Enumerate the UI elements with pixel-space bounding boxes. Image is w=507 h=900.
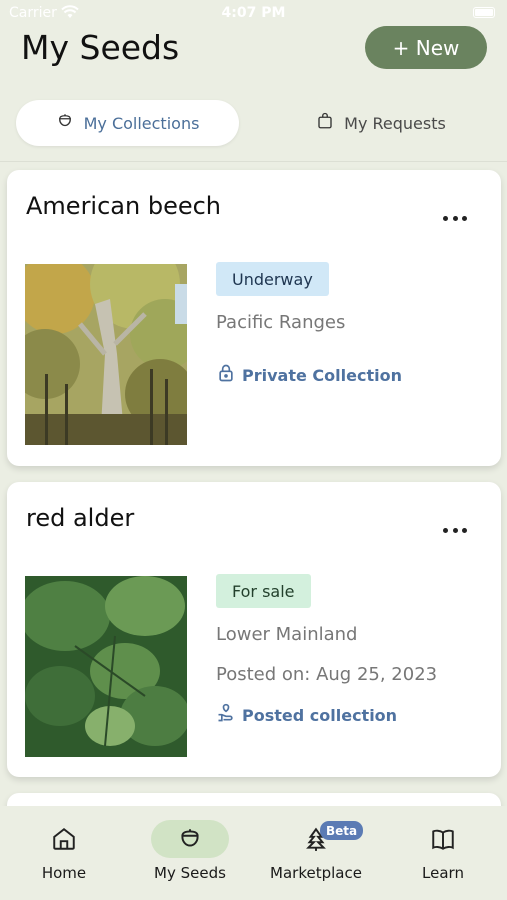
nav-label: Marketplace [270,864,362,882]
hand-holding-icon [216,703,236,727]
header-divider [0,161,507,162]
private-collection-link[interactable]: Private Collection [216,363,402,387]
home-icon [25,820,103,858]
collection-photo [25,264,187,445]
battery-icon [473,7,495,18]
status-bar: Carrier 4:07 PM [0,0,507,28]
collection-card[interactable]: red alder For sale Lower Mainland Posted… [7,482,501,777]
posted-date: Posted on: Aug 25, 2023 [216,664,438,685]
nav-learn[interactable]: Learn [380,806,506,900]
nav-home[interactable]: Home [1,806,127,900]
link-label: Posted collection [242,705,398,725]
region-label: Pacific Ranges [216,312,346,333]
nav-label: My Seeds [154,864,226,882]
collection-name: red alder [26,504,135,532]
status-badge: For sale [216,574,311,608]
bottom-nav: Home My Seeds Marketplace Learn [0,806,507,900]
page-title: My Seeds [21,28,180,67]
nav-label: Home [41,864,87,882]
acorn-icon [151,820,229,858]
clock: 4:07 PM [221,5,286,21]
beta-badge: Beta [320,821,364,840]
open-book-icon [404,820,482,858]
collection-card[interactable]: American beech Underway Pacific Ranges P… [7,170,501,466]
new-collection-button[interactable]: + New [365,26,487,69]
shopping-bag-icon [316,112,334,134]
status-badge: Underway [216,262,329,296]
collection-name: American beech [26,192,222,220]
lock-icon [216,363,236,387]
nav-label: Learn [422,864,464,882]
posted-collection-link[interactable]: Posted collection [216,703,397,727]
link-label: Private Collection [242,365,402,385]
tab-label: My Collections [83,113,200,133]
tab-my-collections[interactable]: My Collections [16,100,239,146]
collection-photo [25,576,187,757]
region-label: Lower Mainland [216,624,358,645]
acorn-icon [56,112,74,134]
nav-marketplace[interactable]: Marketplace [253,806,379,900]
tab-label: My Requests [344,113,446,133]
tab-my-requests[interactable]: My Requests [270,100,492,146]
more-options-button[interactable] [443,208,467,228]
nav-my-seeds[interactable]: My Seeds [127,806,253,900]
more-options-button[interactable] [443,520,467,540]
